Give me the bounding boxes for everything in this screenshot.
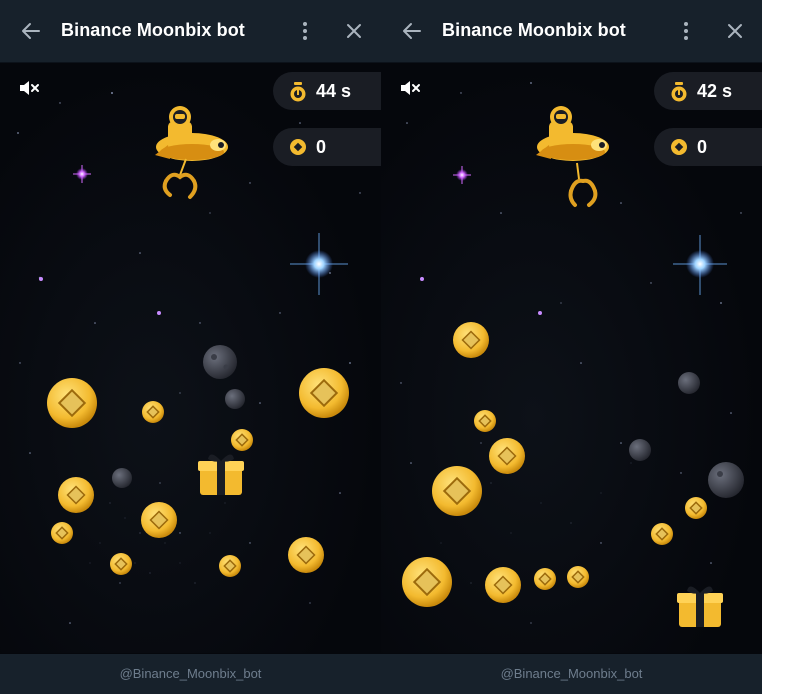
coin — [474, 410, 496, 432]
game-window-right: Binance Moonbix bot 42 s 0 @Binance_Moon… — [381, 0, 762, 694]
gift-box — [677, 586, 723, 627]
coin — [432, 466, 482, 516]
coin — [453, 322, 489, 358]
title-bar: Binance Moonbix bot — [0, 0, 381, 63]
coin — [219, 555, 241, 577]
coin — [489, 438, 525, 474]
stopwatch-icon — [290, 82, 306, 102]
bot-username-footer[interactable]: @Binance_Moonbix_bot — [381, 654, 762, 694]
coin — [231, 429, 253, 451]
speaker-muted-icon[interactable] — [399, 79, 421, 97]
asteroid — [203, 345, 237, 379]
bright-star-purple — [453, 166, 471, 184]
gift-box — [198, 454, 244, 495]
timer-value: 44 s — [316, 81, 352, 101]
title-bar: Binance Moonbix bot — [381, 0, 762, 63]
coin — [567, 566, 589, 588]
small-purple-star — [157, 311, 161, 315]
bright-star-blue — [673, 235, 727, 295]
game-window-left: Binance Moonbix bot 44 s 0 @Binance_Moon… — [0, 0, 381, 694]
game-canvas[interactable]: 42 s 0 — [381, 63, 762, 653]
coin — [485, 567, 521, 603]
coin — [142, 401, 164, 423]
spaceship-player — [536, 106, 609, 161]
bot-username-footer[interactable]: @Binance_Moonbix_bot — [0, 654, 381, 694]
small-purple-star — [420, 277, 424, 281]
coin — [58, 477, 94, 513]
coin — [299, 368, 349, 418]
coin — [534, 568, 556, 590]
coin-icon — [290, 139, 306, 155]
coin — [288, 537, 324, 573]
claw-grabber — [568, 162, 598, 207]
coin — [685, 497, 707, 519]
bright-star-purple — [73, 165, 91, 183]
coin — [141, 502, 177, 538]
more-vertical-icon[interactable] — [682, 21, 690, 41]
timer-value: 42 s — [697, 81, 733, 101]
coin — [110, 553, 132, 575]
game-canvas[interactable]: 44 s 0 — [0, 63, 381, 653]
timer-display: 42 s — [654, 72, 762, 110]
window-title: Binance Moonbix bot — [442, 20, 626, 40]
score-value: 0 — [316, 137, 327, 157]
coin — [47, 378, 97, 428]
asteroid — [225, 389, 245, 409]
bright-star-blue — [290, 233, 348, 295]
score-value: 0 — [697, 137, 708, 157]
small-purple-star — [538, 311, 542, 315]
speaker-muted-icon[interactable] — [18, 79, 40, 97]
coin — [402, 557, 452, 607]
close-icon[interactable] — [726, 22, 744, 40]
more-vertical-icon[interactable] — [301, 21, 309, 41]
asteroid — [678, 372, 700, 394]
arrow-left-icon[interactable] — [20, 20, 42, 42]
claw-grabber — [162, 158, 198, 199]
spaceship-player — [155, 106, 228, 161]
timer-display: 44 s — [273, 72, 381, 110]
asteroid — [629, 439, 651, 461]
window-title: Binance Moonbix bot — [61, 20, 245, 40]
coin — [51, 522, 73, 544]
coin — [651, 523, 673, 545]
score-display: 0 — [273, 128, 381, 166]
coin-icon — [671, 139, 687, 155]
stopwatch-icon — [671, 82, 687, 102]
asteroid — [112, 468, 132, 488]
asteroid — [708, 462, 744, 498]
close-icon[interactable] — [345, 22, 363, 40]
score-display: 0 — [654, 128, 762, 166]
small-purple-star — [39, 277, 43, 281]
arrow-left-icon[interactable] — [401, 20, 423, 42]
